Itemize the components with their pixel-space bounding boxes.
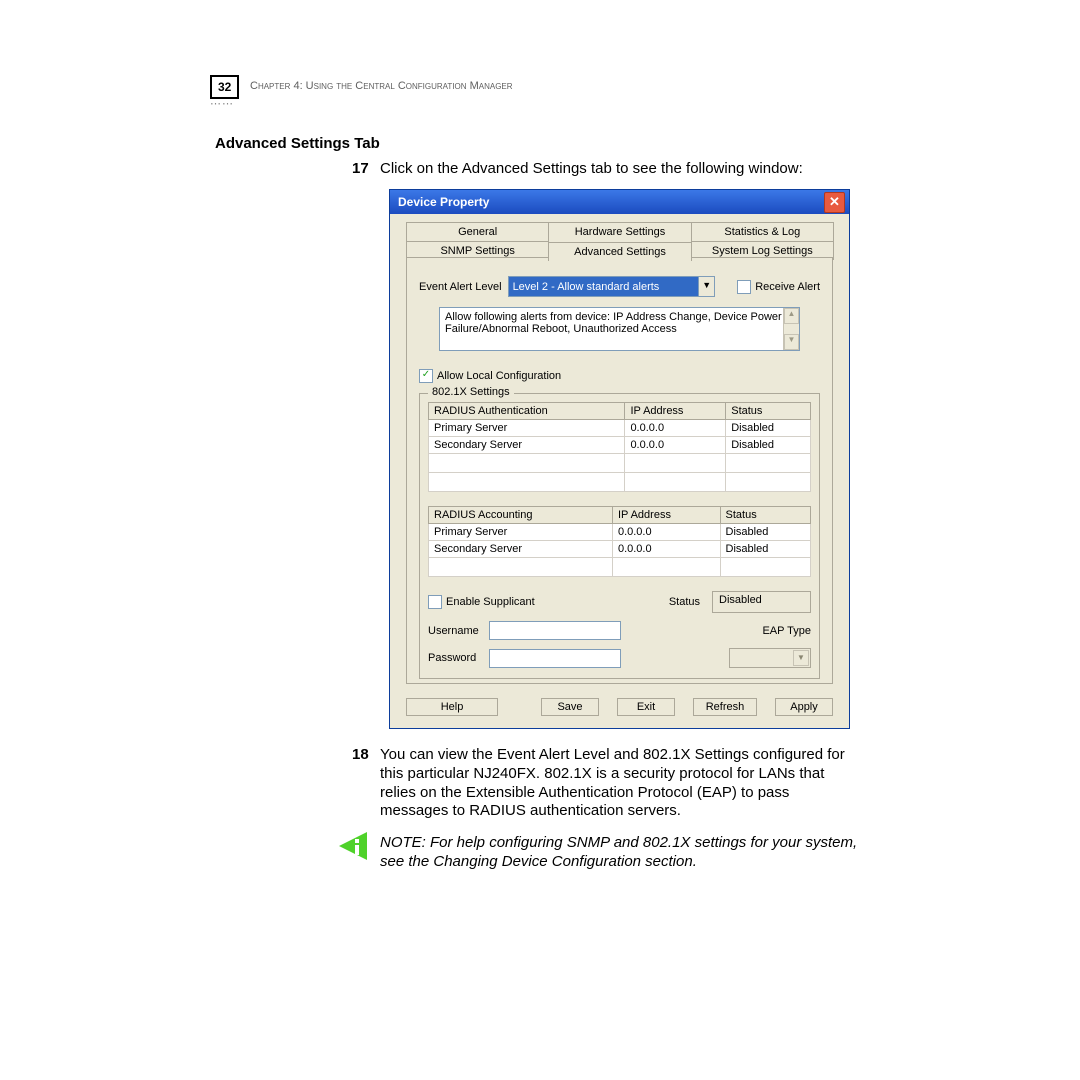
receive-alert-checkbox-group[interactable]: Receive Alert	[737, 280, 820, 294]
dialog-title: Device Property	[398, 195, 489, 209]
table-row[interactable]: Secondary Server 0.0.0.0 Disabled	[429, 437, 811, 454]
enable-supplicant-group[interactable]: Enable Supplicant	[428, 595, 535, 609]
dialog-button-bar: Help Save Exit Refresh Apply	[406, 698, 833, 716]
step-18-text: You can view the Event Alert Level and 8…	[380, 746, 860, 821]
auth-header-2[interactable]: Status	[726, 403, 811, 420]
eap-type-label: EAP Type	[762, 625, 811, 637]
chevron-down-icon[interactable]: ▼	[698, 277, 714, 296]
tab-hardware-settings[interactable]: Hardware Settings	[548, 222, 691, 241]
acct-header-1[interactable]: IP Address	[612, 507, 720, 524]
dot1x-legend: 802.1X Settings	[428, 386, 514, 398]
chapter-header: Chapter 4: Using the Central Configurati…	[250, 80, 513, 92]
info-icon	[337, 830, 369, 862]
acct-header-0[interactable]: RADIUS Accounting	[429, 507, 613, 524]
step-18-number: 18	[352, 746, 369, 763]
save-button[interactable]: Save	[541, 698, 599, 716]
table-row	[429, 558, 811, 577]
supplicant-status-value: Disabled	[712, 591, 811, 613]
event-alert-level-value: Level 2 - Allow standard alerts	[513, 281, 660, 293]
alert-description-text: Allow following alerts from device: IP A…	[445, 311, 782, 335]
tab-advanced-settings[interactable]: Advanced Settings	[548, 242, 691, 261]
supplicant-status-label: Status	[669, 596, 700, 608]
refresh-button[interactable]: Refresh	[693, 698, 757, 716]
chevron-down-icon[interactable]: ▼	[793, 650, 809, 666]
username-field[interactable]	[489, 621, 621, 640]
scroll-down-icon[interactable]: ▼	[784, 334, 799, 350]
device-property-dialog: Device Property ✕ General Hardware Setti…	[389, 189, 850, 729]
exit-button[interactable]: Exit	[617, 698, 675, 716]
step-17-number: 17	[352, 160, 369, 177]
tabs-container: General Hardware Settings Statistics & L…	[406, 222, 833, 260]
table-row	[429, 473, 811, 492]
password-label: Password	[428, 652, 483, 664]
table-row[interactable]: Primary Server 0.0.0.0 Disabled	[429, 420, 811, 437]
page-number-dots: ⋯⋯	[210, 97, 234, 110]
table-row[interactable]: Primary Server 0.0.0.0 Disabled	[429, 524, 811, 541]
apply-button[interactable]: Apply	[775, 698, 833, 716]
close-icon[interactable]: ✕	[824, 192, 845, 213]
help-button[interactable]: Help	[406, 698, 498, 716]
allow-local-config-group[interactable]: ✓ Allow Local Configuration	[419, 369, 561, 383]
enable-supplicant-checkbox[interactable]	[428, 595, 442, 609]
dialog-titlebar[interactable]: Device Property ✕	[390, 190, 849, 214]
section-heading: Advanced Settings Tab	[215, 135, 380, 152]
allow-local-config-label: Allow Local Configuration	[437, 370, 561, 382]
advanced-settings-panel: Event Alert Level Level 2 - Allow standa…	[406, 257, 833, 684]
receive-alert-checkbox[interactable]	[737, 280, 751, 294]
eap-type-dropdown[interactable]: ▼	[729, 648, 811, 668]
event-alert-level-label: Event Alert Level	[419, 281, 502, 293]
auth-header-0[interactable]: RADIUS Authentication	[429, 403, 625, 420]
table-row	[429, 454, 811, 473]
enable-supplicant-label: Enable Supplicant	[446, 596, 535, 608]
receive-alert-label: Receive Alert	[755, 281, 820, 293]
scroll-up-icon[interactable]: ▲	[784, 308, 799, 324]
allow-local-config-checkbox[interactable]: ✓	[419, 369, 433, 383]
username-label: Username	[428, 625, 483, 637]
radius-acct-table[interactable]: RADIUS Accounting IP Address Status Prim…	[428, 506, 811, 577]
radius-auth-table[interactable]: RADIUS Authentication IP Address Status …	[428, 402, 811, 492]
page-number: 32	[210, 75, 239, 99]
step-17-text: Click on the Advanced Settings tab to se…	[380, 160, 803, 177]
dot1x-fieldset: 802.1X Settings RADIUS Authentication IP…	[419, 393, 820, 679]
alert-scrollbar[interactable]: ▲ ▼	[783, 308, 799, 350]
event-alert-level-dropdown[interactable]: Level 2 - Allow standard alerts ▼	[508, 276, 716, 297]
alert-description-box: Allow following alerts from device: IP A…	[439, 307, 800, 351]
acct-header-2[interactable]: Status	[720, 507, 810, 524]
tab-general[interactable]: General	[406, 222, 549, 241]
auth-header-1[interactable]: IP Address	[625, 403, 726, 420]
tab-statistics-log[interactable]: Statistics & Log	[691, 222, 834, 241]
table-row[interactable]: Secondary Server 0.0.0.0 Disabled	[429, 541, 811, 558]
password-field[interactable]	[489, 649, 621, 668]
note-text: NOTE: For help configuring SNMP and 802.…	[380, 834, 860, 872]
